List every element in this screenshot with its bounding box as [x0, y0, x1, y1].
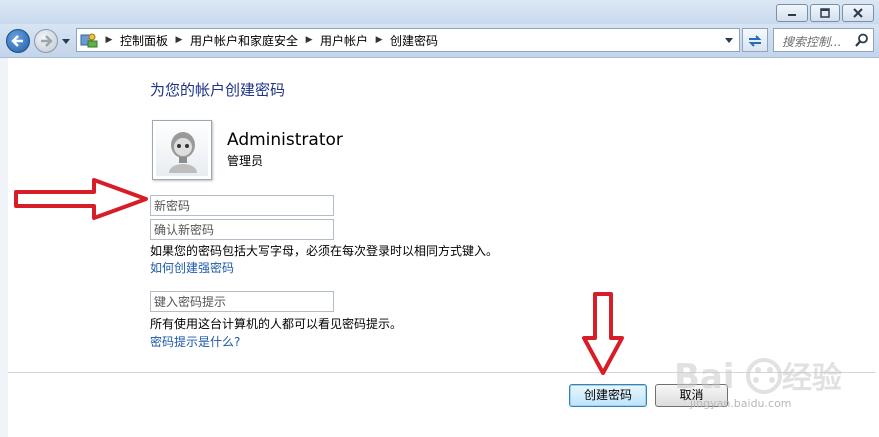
- minimize-button[interactable]: [776, 4, 808, 22]
- title-bar: [0, 0, 879, 24]
- close-icon: [853, 8, 863, 18]
- breadcrumb-separator-icon[interactable]: ▶: [371, 35, 387, 45]
- user-name: Administrator: [227, 130, 343, 150]
- search-icon[interactable]: [855, 33, 869, 47]
- user-role: 管理员: [227, 154, 264, 168]
- confirm-password-input[interactable]: [151, 220, 333, 239]
- search-box[interactable]: 搜索控制...: [773, 28, 874, 52]
- maximize-icon: [820, 8, 830, 18]
- breadcrumb-item-user-accounts[interactable]: 用户帐户: [317, 32, 371, 49]
- search-placeholder: 搜索控制...: [782, 35, 842, 49]
- refresh-icon: [748, 35, 762, 47]
- password-hint-input[interactable]: [151, 292, 333, 311]
- breadcrumb-item-create-password[interactable]: 创建密码: [387, 32, 441, 49]
- breadcrumb: ▶ 控制面板 ▶ 用户帐户和家庭安全 ▶ 用户帐户 ▶ 创建密码: [101, 29, 441, 51]
- avatar: [152, 120, 212, 180]
- breadcrumb-separator-icon[interactable]: ▶: [171, 35, 187, 45]
- page-title: 为您的帐户创建密码: [150, 81, 286, 99]
- svg-text:Bai: Bai: [674, 357, 735, 397]
- navigation-bar: ▶ 控制面板 ▶ 用户帐户和家庭安全 ▶ 用户帐户 ▶ 创建密码 搜索控制...: [0, 24, 879, 58]
- annotation-arrow-right-icon: [14, 178, 148, 220]
- arrow-left-icon: [11, 35, 23, 47]
- confirm-password-field[interactable]: [150, 219, 334, 240]
- new-password-field[interactable]: [150, 195, 334, 216]
- refresh-button[interactable]: [742, 28, 768, 52]
- control-panel-icon: [80, 33, 98, 48]
- left-rail: [0, 58, 8, 437]
- breadcrumb-item-control-panel[interactable]: 控制面板: [117, 32, 171, 49]
- breadcrumb-item-user-accounts-family[interactable]: 用户帐户和家庭安全: [187, 32, 301, 49]
- minimize-icon: [788, 14, 796, 16]
- watermark-url: jingyan.baidu.com: [690, 397, 792, 410]
- hint-visibility-note: 所有使用这台计算机的人都可以看见密码提示。: [150, 317, 403, 331]
- user-picture-icon: [169, 132, 197, 173]
- forward-button[interactable]: [34, 29, 58, 53]
- maximize-button[interactable]: [810, 4, 840, 22]
- breadcrumb-separator-icon[interactable]: ▶: [101, 35, 117, 45]
- back-button[interactable]: [6, 29, 30, 53]
- close-button[interactable]: [842, 4, 874, 22]
- strong-password-link[interactable]: 如何创建强密码: [150, 259, 234, 276]
- what-is-hint-link[interactable]: 密码提示是什么?: [150, 333, 240, 350]
- create-password-button[interactable]: 创建密码: [569, 384, 647, 407]
- case-sensitivity-note: 如果您的密码包括大写字母，必须在每次登录时以相同方式键入。: [150, 244, 499, 258]
- breadcrumb-separator-icon[interactable]: ▶: [301, 35, 317, 45]
- password-hint-field[interactable]: [150, 291, 334, 312]
- address-bar[interactable]: ▶ 控制面板 ▶ 用户帐户和家庭安全 ▶ 用户帐户 ▶ 创建密码: [76, 28, 740, 52]
- new-password-input[interactable]: [151, 196, 333, 215]
- arrow-right-icon: [41, 35, 53, 47]
- svg-text:经验: 经验: [782, 361, 842, 396]
- address-dropdown-icon[interactable]: [721, 31, 737, 49]
- annotation-arrow-down-icon: [582, 292, 624, 375]
- history-dropdown-icon[interactable]: [61, 35, 71, 47]
